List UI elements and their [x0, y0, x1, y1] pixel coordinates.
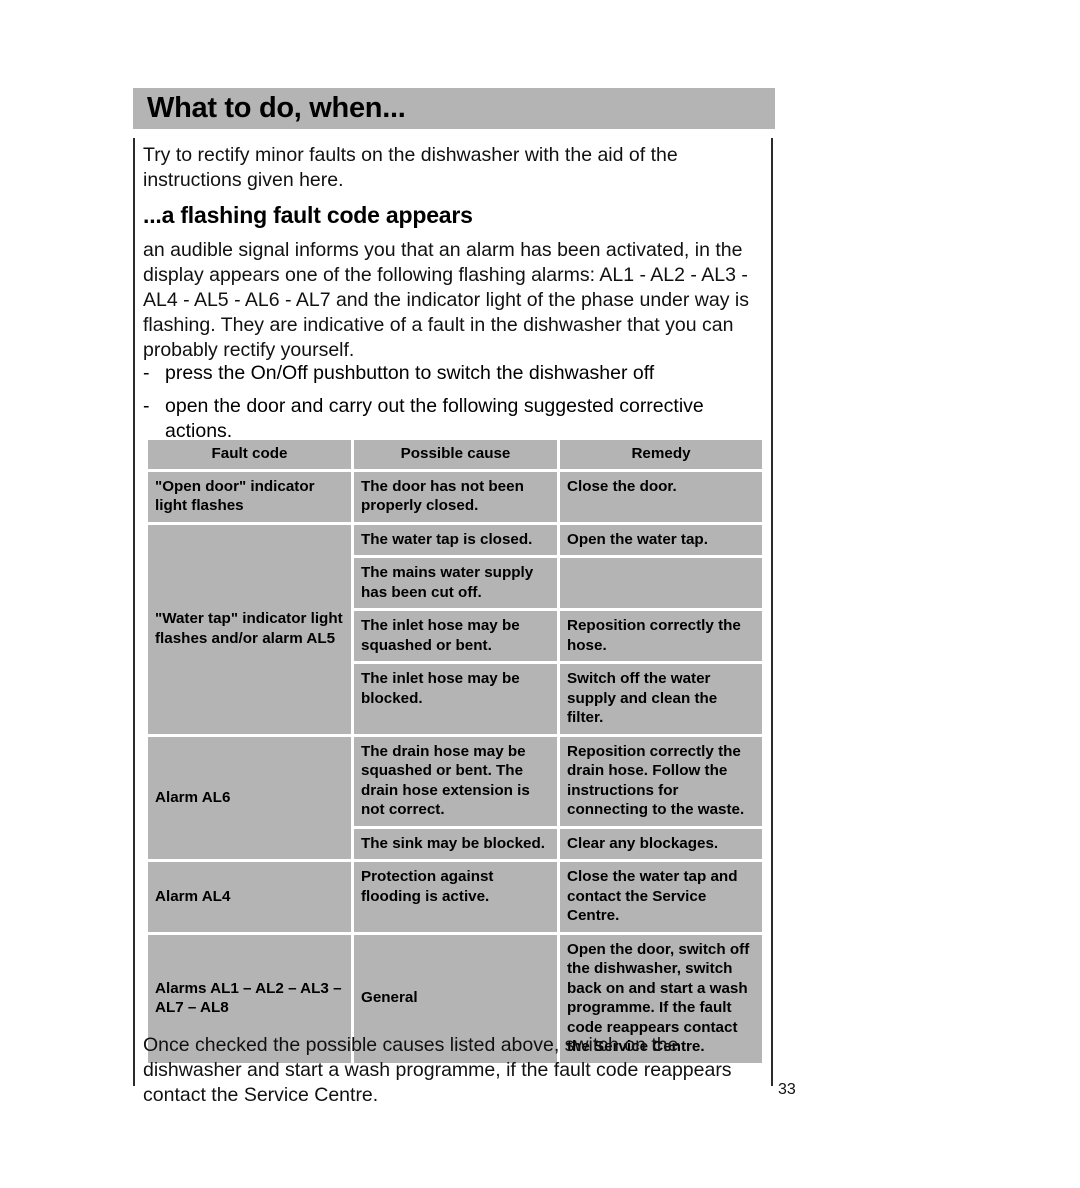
cell-possible-cause: The door has not been properly closed. [354, 471, 557, 522]
left-column-rule [133, 138, 135, 1086]
manual-page: What to do, when... Try to rectify minor… [0, 0, 1080, 1188]
table-row: Alarm AL4 Protection against flooding is… [148, 862, 762, 932]
fault-code-table-wrap: Fault code Possible cause Remedy "Open d… [145, 437, 762, 1066]
cell-remedy: Clear any blockages. [560, 828, 762, 859]
cell-possible-cause: The sink may be blocked. [354, 828, 557, 859]
cell-fault-code: "Water tap" indicator light flashes and/… [148, 524, 351, 734]
cell-remedy: Close the water tap and contact the Serv… [560, 862, 762, 932]
lead-paragraph-wrap: an audible signal informs you that an al… [143, 238, 768, 363]
cell-possible-cause: The inlet hose may be blocked. [354, 664, 557, 734]
bullet-text: press the On/Off pushbutton to switch th… [165, 362, 655, 384]
table-header-row: Fault code Possible cause Remedy [148, 440, 762, 469]
intro-paragraph: Try to rectify minor faults on the dishw… [143, 144, 678, 191]
right-column-rule [771, 138, 773, 1086]
list-item: - press the On/Off pushbutton to switch … [143, 361, 768, 386]
chapter-title-bar: What to do, when... [133, 88, 775, 129]
lead-paragraph: an audible signal informs you that an al… [143, 239, 749, 361]
cell-remedy: Switch off the water supply and clean th… [560, 664, 762, 734]
section-subheading: ...a flashing fault code appears [143, 202, 473, 228]
cell-fault-code: Alarm AL6 [148, 736, 351, 859]
column-header-remedy: Remedy [560, 440, 762, 469]
column-header-possible-cause: Possible cause [354, 440, 557, 469]
cell-possible-cause: The water tap is closed. [354, 524, 557, 555]
subheading-wrap: ...a flashing fault code appears [143, 202, 768, 228]
cell-possible-cause: Protection against flooding is active. [354, 862, 557, 932]
closing-paragraph-wrap: Once checked the possible causes listed … [143, 1033, 773, 1108]
cell-possible-cause: The drain hose may be squashed or bent. … [354, 736, 557, 826]
cell-remedy: Reposition correctly the drain hose. Fol… [560, 736, 762, 826]
cell-fault-code: Alarm AL4 [148, 862, 351, 932]
cell-possible-cause: The mains water supply has been cut off. [354, 558, 557, 608]
page-title: What to do, when... [147, 92, 406, 124]
page-number: 33 [778, 1081, 796, 1098]
table-row: Alarm AL6 The drain hose may be squashed… [148, 736, 762, 859]
bullet-dash: - [143, 362, 150, 384]
table-row: "Open door" indicator light flashes The … [148, 471, 762, 522]
table-body: "Open door" indicator light flashes The … [148, 471, 762, 1063]
cell-remedy: Close the door. [560, 471, 762, 522]
intro-paragraph-wrap: Try to rectify minor faults on the dishw… [143, 143, 768, 193]
cell-remedy: Open the water tap. [560, 524, 762, 555]
column-header-fault-code: Fault code [148, 440, 351, 469]
table-header: Fault code Possible cause Remedy [148, 440, 762, 469]
cell-remedy: Reposition correctly the hose. [560, 611, 762, 661]
cell-fault-code: "Open door" indicator light flashes [148, 471, 351, 522]
cell-possible-cause: The inlet hose may be squashed or bent. [354, 611, 557, 661]
cell-remedy-empty [560, 558, 762, 608]
table-row: "Water tap" indicator light flashes and/… [148, 524, 762, 734]
fault-code-table: Fault code Possible cause Remedy "Open d… [145, 437, 765, 1066]
closing-paragraph: Once checked the possible causes listed … [143, 1034, 732, 1106]
